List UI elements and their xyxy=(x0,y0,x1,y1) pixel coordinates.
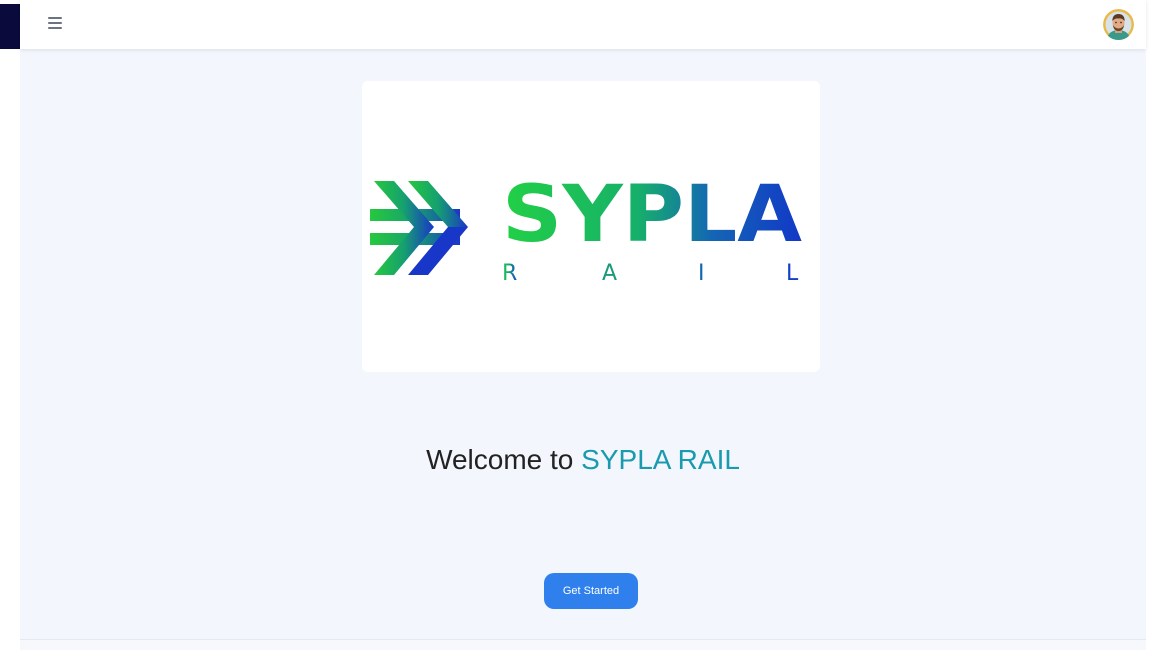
sidebar: is s› xyxy=(0,0,20,649)
welcome-heading: Welcome to SYPLA RAIL xyxy=(20,444,1146,476)
sypla-rail-logo: SYPLA R A I L xyxy=(370,170,802,286)
sidebar-brand-block xyxy=(0,4,20,49)
avatar-icon xyxy=(1103,9,1134,40)
get-started-button[interactable]: Get Started xyxy=(544,573,638,609)
logo-card: SYPLA R A I L xyxy=(362,81,820,372)
logo-subletter-r: R xyxy=(502,261,517,286)
logo-subletter-a: A xyxy=(602,261,617,286)
welcome-brand: SYPLA RAIL xyxy=(581,444,740,475)
user-avatar[interactable] xyxy=(1103,9,1134,40)
main-content: SYPLA R A I L Welcome to SYPLA RAIL Get … xyxy=(20,49,1146,639)
welcome-prefix: Welcome to xyxy=(426,444,574,475)
logo-subletter-l: L xyxy=(786,261,799,286)
logo-wordmark: SYPLA xyxy=(502,170,802,260)
hamburger-icon[interactable] xyxy=(48,17,62,31)
top-bar xyxy=(20,0,1146,49)
footer-bar xyxy=(20,639,1146,650)
logo-subletter-i: I xyxy=(698,261,705,286)
rail-arrows-logo-icon xyxy=(370,181,468,275)
